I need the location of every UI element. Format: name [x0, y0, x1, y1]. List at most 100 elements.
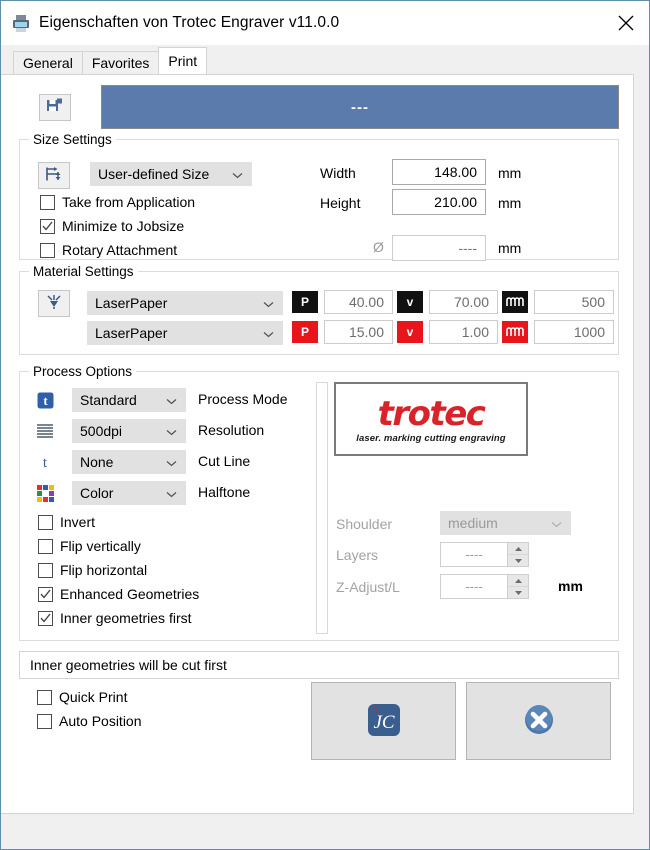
diameter-input[interactable]: ----: [392, 235, 486, 261]
tab-general[interactable]: General: [13, 51, 83, 74]
checkbox-auto-position[interactable]: Auto Position: [37, 713, 142, 729]
page-body: --- Size Settings User-defined Size Take…: [1, 74, 649, 849]
resolution-select[interactable]: 500dpi: [72, 419, 186, 443]
size-settings-legend: Size Settings: [29, 132, 116, 147]
checkbox-box: [38, 538, 53, 554]
z-adjust-stepper-buttons: [507, 575, 528, 598]
properties-window: Eigenschaften von Trotec Engraver v11.0.…: [0, 0, 650, 850]
trotec-logo-word: trotec: [377, 393, 486, 434]
checkbox-minimize-to-jobsize[interactable]: Minimize to Jobsize: [40, 218, 184, 234]
cut-line-select[interactable]: None: [72, 450, 186, 474]
halftone-value: Color: [80, 485, 114, 501]
material-settings-legend: Material Settings: [29, 264, 138, 279]
checkmark-icon: [40, 613, 51, 623]
size-preset-button[interactable]: [38, 162, 70, 189]
chevron-down-icon: [263, 325, 274, 341]
layers-increment-button[interactable]: [508, 543, 528, 555]
process-mode-select[interactable]: Standard: [72, 388, 186, 412]
checkbox-take-from-application[interactable]: Take from Application: [40, 194, 195, 210]
checkbox-box: [38, 586, 53, 602]
resize-icon: [45, 166, 63, 185]
layers-label: Layers: [336, 547, 379, 563]
checkbox-inner-geometries-first[interactable]: Inner geometries first: [38, 610, 192, 626]
process-mode-label: Process Mode: [198, 391, 288, 407]
layers-stepper[interactable]: ----: [440, 542, 529, 567]
tab-favorites[interactable]: Favorites: [81, 51, 160, 74]
checkbox-label: Rotary Attachment: [62, 242, 178, 258]
svg-text:v: v: [407, 325, 414, 339]
trotec-logo: trotec laser. marking cutting engraving: [334, 382, 528, 456]
material-value: LaserPaper: [95, 295, 168, 311]
resolution-label: Resolution: [198, 422, 265, 438]
material-database-button[interactable]: [38, 290, 70, 317]
cancel-button[interactable]: [466, 682, 611, 760]
print-settings-panel: --- Size Settings User-defined Size Take…: [1, 74, 634, 814]
velocity-input-cut[interactable]: 1.00: [429, 320, 498, 344]
power-P-icon: P: [292, 291, 318, 313]
chevron-down-icon: [166, 423, 177, 439]
printer-icon: [11, 13, 31, 33]
checkbox-enhanced-geometries[interactable]: Enhanced Geometries: [38, 586, 199, 602]
chevron-down-icon: [232, 166, 243, 182]
checkbox-flip-vertically[interactable]: Flip vertically: [38, 538, 141, 554]
checkbox-label: Minimize to Jobsize: [62, 218, 185, 234]
z-adjust-decrement-button[interactable]: [508, 587, 528, 598]
process-options-group: Process Options t t Standard 500dpi None…: [19, 364, 619, 641]
frequency-wave-icon: [502, 321, 528, 343]
trotec-logo-tagline: laser. marking cutting engraving: [356, 432, 506, 444]
shoulder-label: Shoulder: [336, 516, 393, 532]
status-message: Inner geometries will be cut first: [30, 657, 227, 673]
window-title: Eigenschaften von Trotec Engraver v11.0.…: [39, 14, 340, 31]
save-as-new-button[interactable]: [39, 94, 71, 121]
z-adjust-increment-button[interactable]: [508, 575, 528, 587]
close-icon: [618, 15, 634, 31]
power-input-engrave[interactable]: 40.00: [324, 290, 393, 314]
cut-line-value: None: [80, 454, 114, 470]
process-mode-icon: t: [32, 390, 58, 410]
shoulder-select[interactable]: medium: [440, 511, 571, 535]
checkbox-quick-print[interactable]: Quick Print: [37, 689, 127, 705]
svg-text:t: t: [43, 393, 48, 408]
svg-text:JC: JC: [373, 712, 394, 733]
tab-print[interactable]: Print: [158, 47, 208, 74]
layers-decrement-button[interactable]: [508, 555, 528, 566]
checkbox-label: Flip horizontal: [60, 562, 148, 578]
checkbox-label: Inner geometries first: [60, 610, 192, 626]
checkbox-invert[interactable]: Invert: [38, 514, 95, 530]
checkbox-box: [40, 194, 55, 210]
checkmark-icon: [42, 221, 53, 231]
halftone-label: Halftone: [198, 484, 251, 500]
checkbox-label: Auto Position: [59, 713, 142, 729]
job-name-banner: ---: [101, 85, 619, 129]
frequency-input-cut[interactable]: 1000: [534, 320, 614, 344]
jobcontrol-button[interactable]: JC: [311, 682, 456, 760]
velocity-v-icon: v: [397, 321, 423, 343]
z-adjust-stepper[interactable]: ----: [440, 574, 529, 599]
shoulder-value: medium: [448, 515, 498, 531]
size-preset-select[interactable]: User-defined Size: [90, 162, 252, 186]
width-input[interactable]: 148.00: [392, 159, 486, 185]
chevron-down-icon: [263, 295, 274, 311]
material-select-engrave[interactable]: LaserPaper: [87, 291, 283, 315]
checkbox-label: Invert: [60, 514, 96, 530]
cut-line-t-icon: t: [32, 452, 58, 472]
frequency-input-engrave[interactable]: 500: [534, 290, 614, 314]
tab-strip: General Favorites Print: [1, 45, 649, 74]
checkbox-flip-horizontal[interactable]: Flip horizontal: [38, 562, 147, 578]
panel-splitter[interactable]: [316, 382, 328, 634]
power-input-cut[interactable]: 15.00: [324, 320, 393, 344]
resolution-lines-icon: [32, 421, 58, 441]
material-select-cut[interactable]: LaserPaper: [87, 321, 283, 345]
width-label: Width: [320, 165, 356, 181]
halftone-select[interactable]: Color: [72, 481, 186, 505]
height-input[interactable]: 210.00: [392, 189, 486, 215]
cancel-x-circle-icon: [522, 703, 556, 740]
z-adjust-value: ----: [465, 579, 483, 594]
checkbox-rotary-attachment[interactable]: Rotary Attachment: [40, 242, 177, 258]
process-mode-value: Standard: [80, 392, 137, 408]
checkbox-box: [37, 689, 52, 705]
layers-value: ----: [465, 547, 483, 562]
close-button[interactable]: [603, 1, 649, 45]
svg-text:P: P: [301, 295, 309, 309]
velocity-input-engrave[interactable]: 70.00: [429, 290, 498, 314]
